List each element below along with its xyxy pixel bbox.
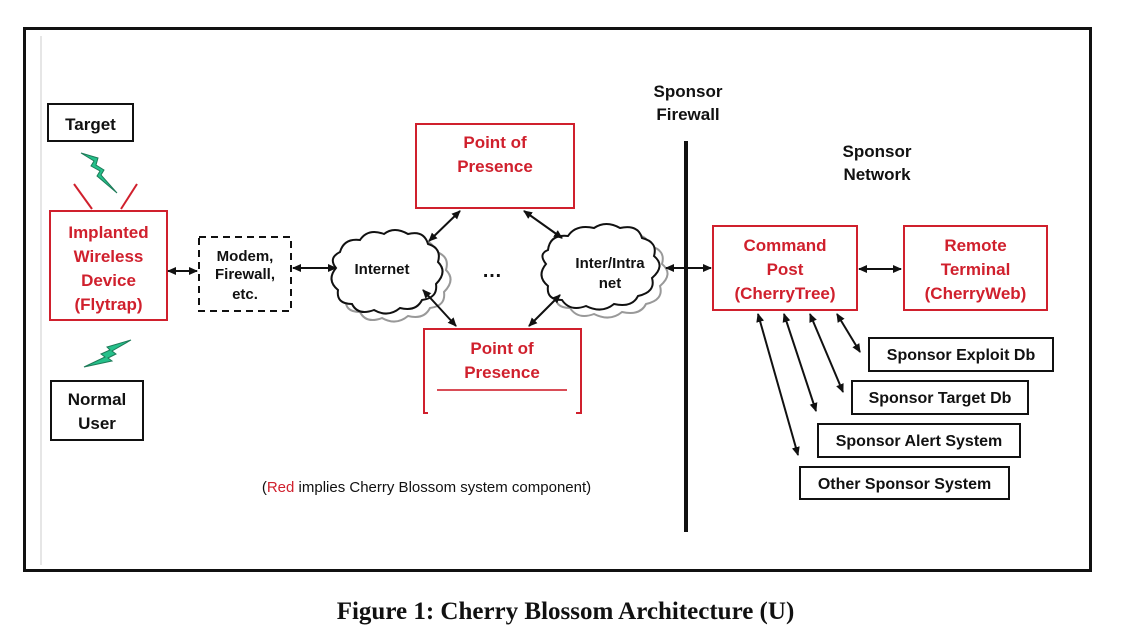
sponsor-target-db-label: Sponsor Target Db bbox=[869, 390, 1012, 407]
internet-cloud: Internet bbox=[330, 229, 452, 323]
figure-caption: Figure 1: Cherry Blossom Architecture (U… bbox=[336, 598, 795, 625]
modem-label-2: Firewall, bbox=[215, 266, 275, 283]
modem-firewall-node: Modem, Firewall, etc. bbox=[198, 236, 292, 312]
pop-bottom-label-2: Presence bbox=[464, 363, 540, 382]
sponsor-alert-system-node: Sponsor Alert System bbox=[817, 423, 1021, 458]
other-sponsor-system-label: Other Sponsor System bbox=[818, 476, 991, 493]
implanted-device-label-4: (Flytrap) bbox=[75, 295, 143, 314]
remote-terminal-label-3: (CherryWeb) bbox=[925, 284, 1027, 303]
sponsor-firewall-label-1: Sponsor bbox=[654, 82, 723, 101]
sponsor-network-label-1: Sponsor bbox=[843, 142, 912, 161]
remote-terminal-label-2: Terminal bbox=[941, 260, 1011, 279]
target-label: Target bbox=[65, 115, 116, 134]
sponsor-alert-system-label: Sponsor Alert System bbox=[836, 433, 1003, 450]
implanted-device-label-3: Device bbox=[81, 271, 136, 290]
antenna-line-right bbox=[120, 183, 138, 210]
internet-label: Internet bbox=[354, 261, 409, 278]
link-pop-top-intranet bbox=[523, 210, 563, 239]
command-post-node: Command Post (CherryTree) bbox=[712, 225, 858, 311]
normal-user-label-2: User bbox=[78, 414, 116, 433]
wireless-signal-icon bbox=[80, 152, 118, 194]
target-node: Target bbox=[47, 103, 134, 142]
pop-top-label-2: Presence bbox=[457, 157, 533, 176]
link-intranet-pop-bottom bbox=[528, 294, 561, 327]
implanted-device-label-1: Implanted bbox=[68, 223, 148, 242]
link-command-post-alert-system bbox=[782, 313, 818, 412]
command-post-label-1: Command bbox=[743, 236, 826, 255]
architecture-diagram: Target Implanted Wireless Device (Flytra… bbox=[23, 27, 1092, 572]
pop-top-label-1: Point of bbox=[463, 133, 527, 152]
legend-note-red-word: Red bbox=[267, 479, 295, 496]
remote-terminal-node: Remote Terminal (CherryWeb) bbox=[903, 225, 1048, 311]
normal-user-label-1: Normal bbox=[68, 390, 127, 409]
command-post-label-3: (CherryTree) bbox=[734, 284, 835, 303]
implanted-device-node: Implanted Wireless Device (Flytrap) bbox=[49, 210, 168, 321]
implanted-device-label-2: Wireless bbox=[74, 247, 144, 266]
remote-terminal-label-1: Remote bbox=[944, 236, 1006, 255]
link-internet-pop-top bbox=[428, 210, 461, 242]
link-command-post-exploit-db bbox=[836, 313, 861, 353]
intranet-label-1: Inter/Intra bbox=[575, 255, 645, 272]
pop-top-node: Point of Presence bbox=[415, 123, 575, 209]
antenna-line-left bbox=[73, 183, 93, 210]
sponsor-exploit-db-label: Sponsor Exploit Db bbox=[887, 347, 1036, 364]
intranet-label-2: net bbox=[599, 275, 622, 292]
command-post-label-2: Post bbox=[767, 260, 804, 279]
ellipsis-more-paths: … bbox=[482, 260, 502, 282]
sponsor-exploit-db-node: Sponsor Exploit Db bbox=[868, 337, 1054, 372]
legend-note-rest: implies Cherry Blossom system component) bbox=[294, 479, 591, 496]
other-sponsor-system-node: Other Sponsor System bbox=[799, 466, 1010, 500]
pop-bottom-label-1: Point of bbox=[470, 339, 534, 358]
sponsor-network-label-2: Network bbox=[843, 165, 911, 184]
legend-note: (Red implies Cherry Blossom system compo… bbox=[241, 479, 604, 496]
wireless-signal-icon bbox=[83, 339, 132, 368]
sponsor-firewall-label-2: Firewall bbox=[656, 105, 719, 124]
link-command-post-target-db bbox=[809, 313, 844, 393]
modem-label-3: etc. bbox=[232, 286, 258, 303]
modem-label-1: Modem, bbox=[217, 248, 274, 265]
link-internet-pop-bottom bbox=[422, 289, 457, 327]
normal-user-node: Normal User bbox=[50, 380, 144, 441]
sponsor-target-db-node: Sponsor Target Db bbox=[851, 380, 1029, 415]
pop-bottom-node: Point of Presence bbox=[420, 328, 585, 418]
